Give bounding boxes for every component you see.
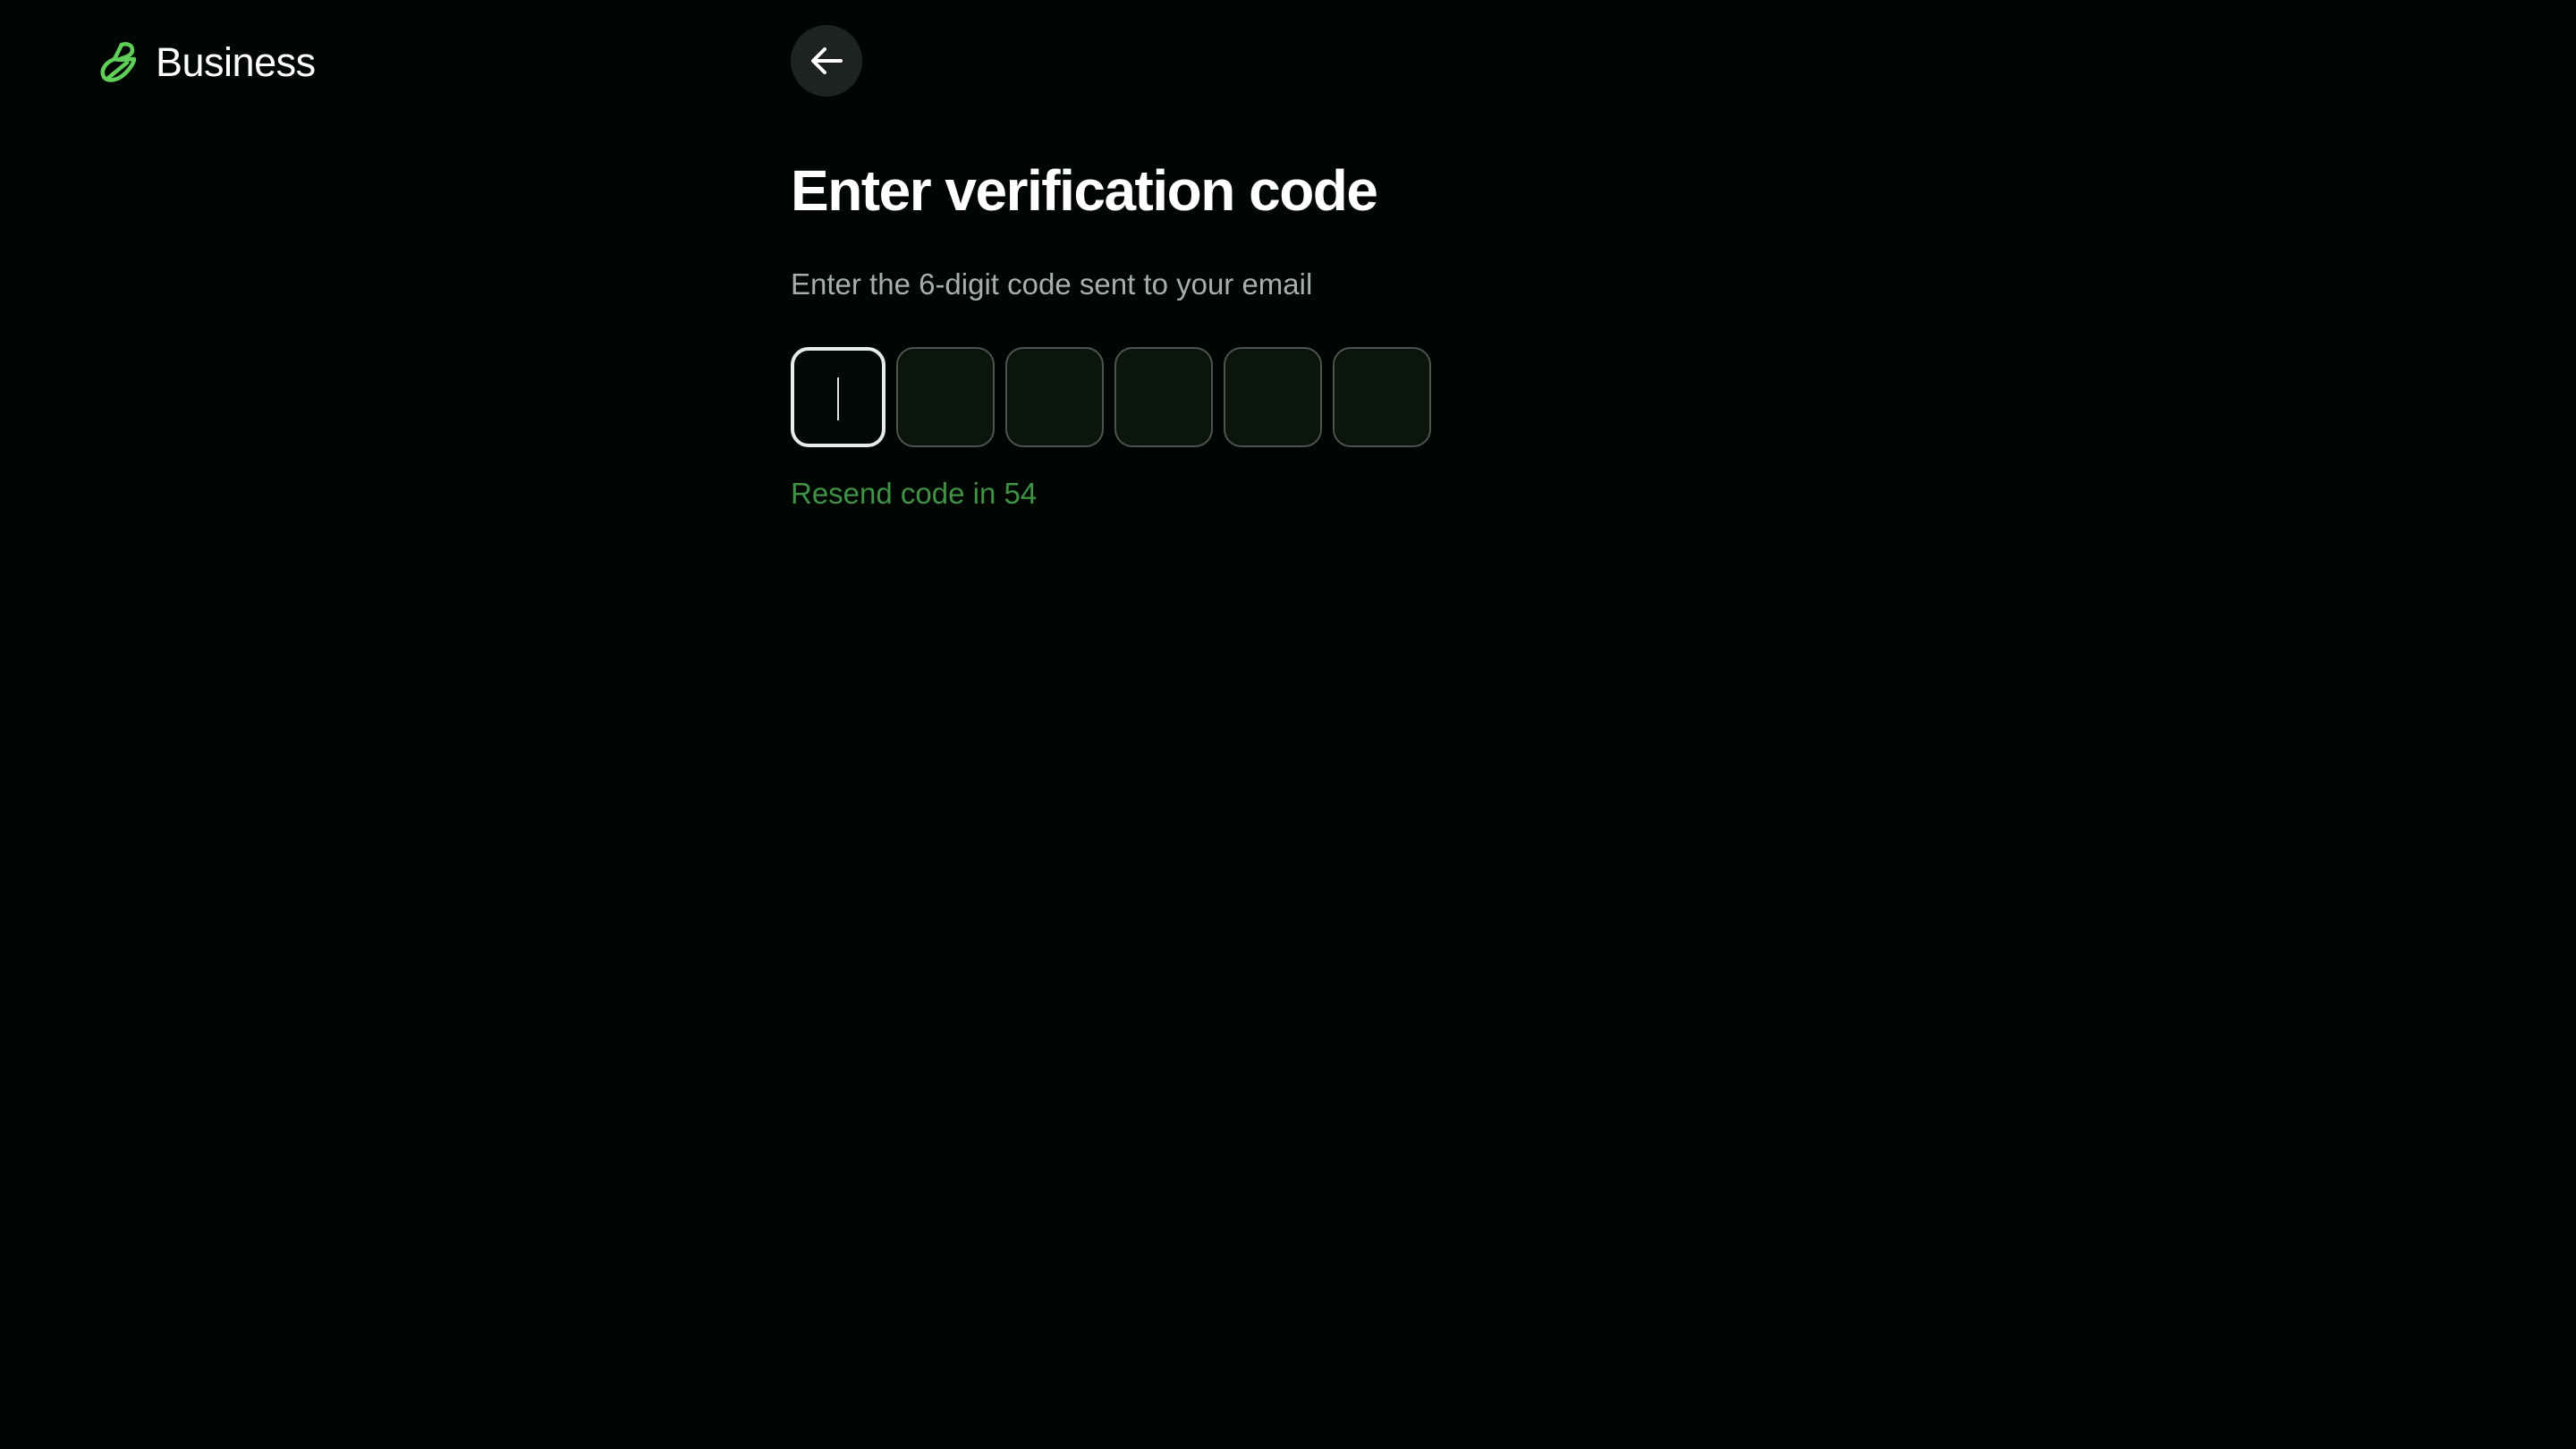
otp-digit-1-input[interactable] xyxy=(791,347,886,447)
brand[interactable]: Business xyxy=(95,39,316,86)
verification-page: Business Enter verification code Enter t… xyxy=(0,0,2576,1449)
business-leaf-logo-icon xyxy=(100,42,137,82)
otp-input-group xyxy=(791,347,1775,447)
text-cursor xyxy=(837,377,839,420)
otp-digit-3-input[interactable] xyxy=(1005,347,1104,447)
page-subtitle: Enter the 6-digit code sent to your emai… xyxy=(791,267,1313,301)
brand-name: Business xyxy=(156,39,316,85)
page-title: Enter verification code xyxy=(791,158,1378,223)
resend-countdown: Resend code in 54 xyxy=(791,477,1038,510)
otp-digit-5-input[interactable] xyxy=(1224,347,1322,447)
back-button[interactable] xyxy=(791,25,862,97)
otp-digit-4-input[interactable] xyxy=(1114,347,1213,447)
arrow-left-icon xyxy=(811,47,843,74)
otp-digit-2-input[interactable] xyxy=(896,347,995,447)
otp-digit-6-input[interactable] xyxy=(1333,347,1431,447)
verification-form: Enter verification code Enter the 6-digi… xyxy=(791,152,1775,512)
